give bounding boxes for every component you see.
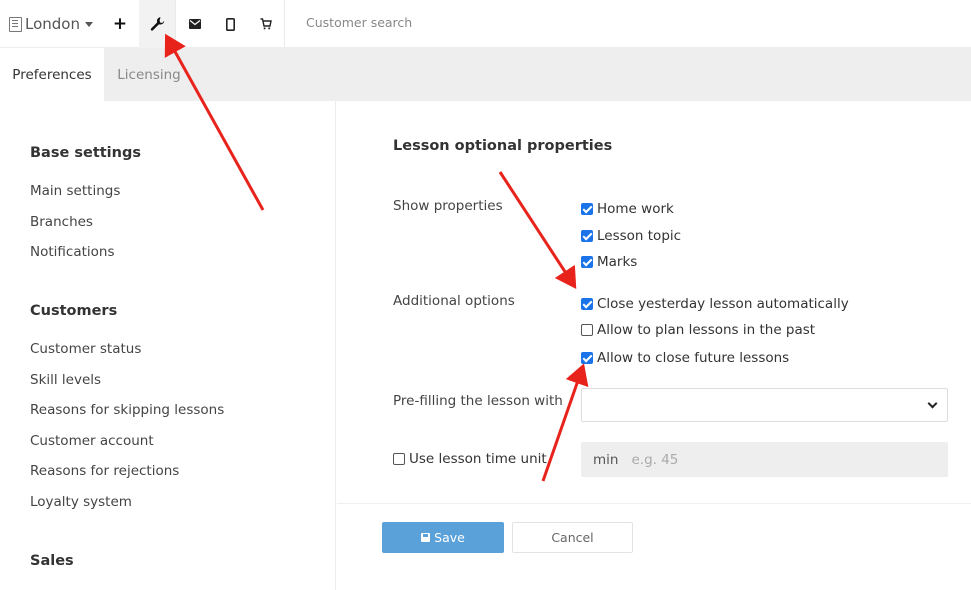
add-button[interactable]: + (105, 0, 135, 48)
option-home-work[interactable]: Home work (581, 201, 674, 217)
sidebar-item-reasons-rejections[interactable]: Reasons for rejections (30, 463, 179, 479)
tab-bar: Preferences Licensing (0, 48, 971, 101)
settings-panel (337, 101, 971, 590)
sidebar-item-branches[interactable]: Branches (30, 214, 93, 230)
option-label: Close yesterday lesson automatically (597, 296, 849, 312)
option-label: Lesson topic (597, 228, 682, 244)
tab-licensing[interactable]: Licensing (104, 48, 194, 101)
checkbox[interactable] (581, 230, 593, 242)
option-label: Home work (597, 201, 674, 217)
sidebar-item-skill-levels[interactable]: Skill levels (30, 372, 101, 388)
checkbox[interactable] (581, 203, 593, 215)
option-use-time-unit[interactable]: Use lesson time unit (393, 451, 547, 467)
branch-selector[interactable]: London (9, 14, 93, 34)
option-label: Use lesson time unit (409, 451, 547, 467)
time-placeholder: e.g. 45 (631, 451, 679, 468)
prefill-label: Pre-filling the lesson with (393, 393, 563, 409)
shop-button[interactable] (252, 0, 280, 48)
option-close-future[interactable]: Allow to close future lessons (581, 350, 789, 366)
option-close-yesterday[interactable]: Close yesterday lesson automatically (581, 296, 849, 312)
mobile-phone-icon (225, 17, 235, 31)
save-button[interactable]: Save (382, 522, 504, 553)
sidebar-item-customer-status[interactable]: Customer status (30, 341, 141, 357)
additional-options-label: Additional options (393, 293, 515, 309)
option-label: Marks (597, 254, 638, 270)
building-icon (9, 16, 22, 32)
prefill-select[interactable] (581, 388, 948, 422)
option-marks[interactable]: Marks (581, 254, 637, 270)
option-label: Allow to plan lessons in the past (597, 322, 816, 338)
panel-title: Lesson optional properties (393, 138, 613, 154)
save-label: Save (434, 530, 465, 545)
checkbox[interactable] (581, 256, 593, 268)
option-label: Allow to close future lessons (597, 350, 790, 366)
section-customers: Customers (30, 303, 118, 319)
top-toolbar: London + Customer search (0, 0, 971, 48)
checkbox[interactable] (393, 453, 405, 465)
floppy-disk-icon (421, 533, 431, 542)
section-sales: Sales (30, 553, 74, 569)
option-plan-past[interactable]: Allow to plan lessons in the past (581, 322, 815, 338)
checkbox[interactable] (581, 352, 593, 364)
checkbox[interactable] (581, 298, 593, 310)
wrench-icon (150, 17, 165, 31)
tab-preferences[interactable]: Preferences (0, 48, 104, 101)
section-base-settings: Base settings (30, 145, 141, 161)
show-properties-label: Show properties (393, 198, 503, 214)
branch-name: London (25, 15, 80, 33)
lesson-time-input[interactable]: min e.g. 45 (581, 442, 948, 477)
messages-button[interactable] (181, 0, 209, 48)
sidebar-item-main-settings[interactable]: Main settings (30, 183, 120, 199)
chevron-down-icon (927, 398, 938, 409)
sms-button[interactable] (216, 0, 244, 48)
checkbox[interactable] (581, 324, 593, 336)
cancel-button[interactable]: Cancel (512, 522, 633, 553)
plus-icon: + (112, 14, 128, 34)
sidebar-item-loyalty-system[interactable]: Loyalty system (30, 494, 132, 510)
sidebar-item-notifications[interactable]: Notifications (30, 244, 115, 260)
settings-button[interactable] (139, 0, 175, 48)
time-unit-label: min (593, 451, 619, 468)
sidebar-item-reasons-skipping[interactable]: Reasons for skipping lessons (30, 402, 224, 418)
sidebar-item-customer-account[interactable]: Customer account (30, 433, 154, 449)
envelope-icon (189, 19, 201, 29)
cart-icon (260, 18, 272, 30)
chevron-down-icon (84, 21, 93, 27)
customer-search-input[interactable]: Customer search (306, 15, 412, 30)
option-lesson-topic[interactable]: Lesson topic (581, 228, 681, 244)
divider (337, 503, 971, 504)
